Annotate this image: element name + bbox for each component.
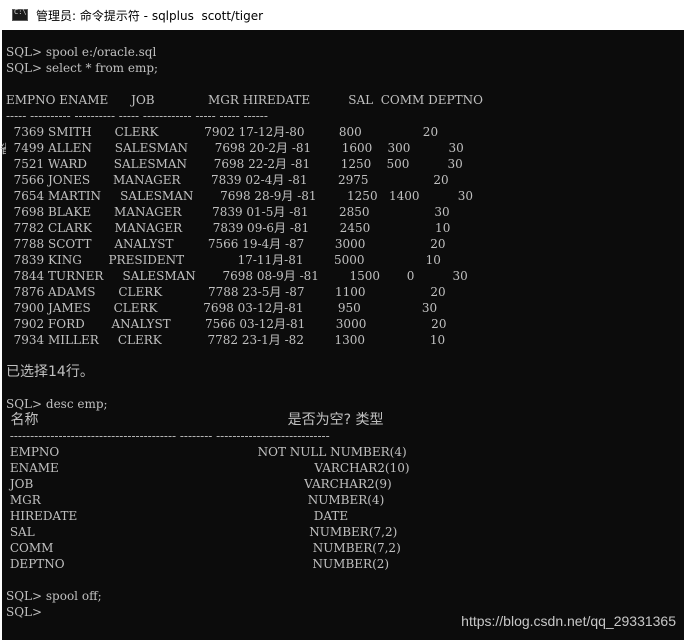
command-prompt-window: 管理员: 命令提示符 - sqlplus scott/tiger SQL> sp… — [0, 0, 686, 640]
title-bar[interactable]: 管理员: 命令提示符 - sqlplus scott/tiger — [0, 0, 686, 30]
console-line: 7844 TURNER SALESMAN 7698 08-9月 -81 1500… — [6, 269, 468, 283]
console-line: 7788 SCOTT ANALYST 7566 19-4月 -87 3000 2… — [6, 237, 446, 251]
console-line: SQL> select * from emp; — [6, 61, 159, 75]
console-line: SQL> — [6, 605, 43, 619]
console-line: 7876 ADAMS CLERK 7788 23-5月 -87 1100 20 — [6, 285, 446, 299]
console-line: ENAME VARCHAR2(10) — [6, 461, 410, 475]
background-window-glyph: 省 — [0, 140, 6, 156]
window-left-border — [0, 30, 2, 640]
console-line: COMM NUMBER(7,2) — [6, 541, 401, 555]
console-line: 7902 FORD ANALYST 7566 03-12月-81 3000 20 — [6, 317, 447, 331]
console-line: 名称 是否为空? 类型 — [6, 412, 384, 428]
console-line: ----- ---------- ---------- ----- ------… — [6, 109, 268, 123]
console-line: ----------------------------------------… — [6, 429, 330, 443]
console-line: 7654 MARTIN SALESMAN 7698 28-9月 -81 1250… — [6, 189, 473, 203]
console-line: 7782 CLARK MANAGER 7839 09-6月 -81 2450 1… — [6, 221, 451, 235]
console-line: 7499 ALLEN SALESMAN 7698 20-2月 -81 1600 … — [6, 141, 464, 155]
console-line: 7369 SMITH CLERK 7902 17-12月-80 800 20 — [6, 125, 439, 139]
console-line: HIREDATE DATE — [6, 509, 349, 523]
console-output[interactable]: SQL> spool e:/oracle.sql SQL> select * fr… — [0, 30, 684, 640]
console-line: 7900 JAMES CLERK 7698 03-12月-81 950 30 — [6, 301, 438, 315]
console-line: 7521 WARD SALESMAN 7698 22-2月 -81 1250 5… — [6, 157, 463, 171]
console-line: SQL> spool e:/oracle.sql — [6, 45, 157, 59]
console-line: 已选择14行。 — [6, 364, 94, 380]
console-line: EMPNO NOT NULL NUMBER(4) — [6, 445, 407, 459]
console-line: DEPTNO NUMBER(2) — [6, 557, 390, 571]
watermark-url: https://blog.csdn.net/qq_29331365 — [461, 613, 676, 629]
window-title: 管理员: 命令提示符 - sqlplus scott/tiger — [36, 8, 264, 23]
console-line: EMPNO ENAME JOB MGR HIREDATE SAL COMM DE… — [6, 93, 483, 107]
console-line: 7698 BLAKE MANAGER 7839 01-5月 -81 2850 3… — [6, 205, 450, 219]
console-line: SQL> desc emp; — [6, 397, 108, 411]
console-line: 7566 JONES MANAGER 7839 02-4月 -81 2975 2… — [6, 173, 449, 187]
console-line: JOB VARCHAR2(9) — [6, 477, 392, 491]
console-line: 7839 KING PRESIDENT 17-11月-81 5000 10 — [6, 253, 441, 267]
console-line: MGR NUMBER(4) — [6, 493, 385, 507]
console-line: 7934 MILLER CLERK 7782 23-1月 -82 1300 10 — [6, 333, 446, 347]
cmd-icon — [12, 8, 28, 21]
console-line: SQL> spool off; — [6, 589, 102, 603]
console-line: SAL NUMBER(7,2) — [6, 525, 398, 539]
